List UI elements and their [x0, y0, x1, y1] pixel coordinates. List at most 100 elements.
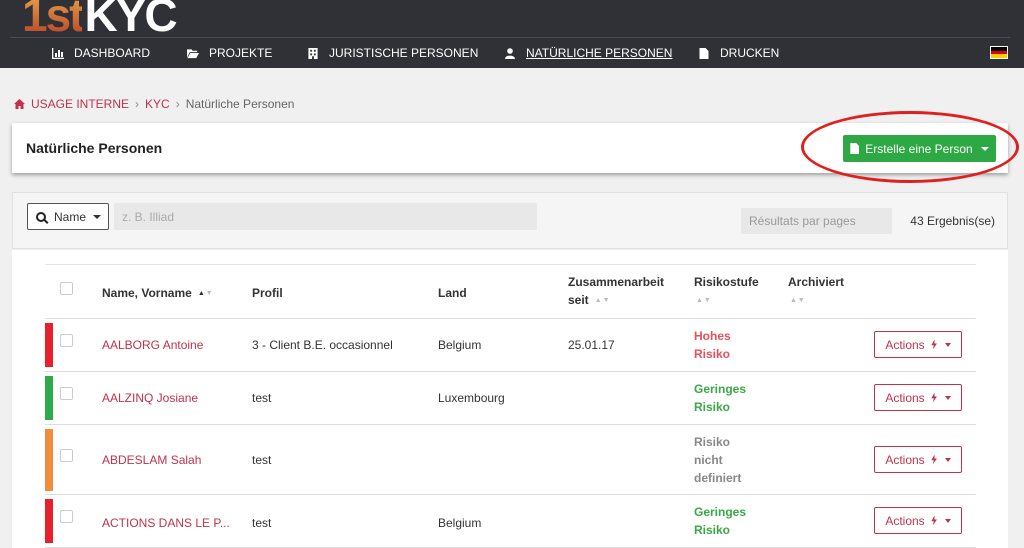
select-all-checkbox[interactable] — [60, 282, 73, 295]
risk-level-cell: Risiko nicht definiert — [694, 433, 764, 487]
file-icon — [699, 47, 709, 59]
risk-text: Hohes — [694, 329, 731, 343]
status-indicator — [45, 499, 53, 543]
bolt-icon — [931, 392, 937, 403]
folder-icon — [187, 48, 199, 58]
logo-part-2: KYC — [84, 0, 177, 41]
persons-table: Name, Vorname ▲▼ Profil Land Zusammenarbe… — [45, 264, 976, 548]
actions-label: Actions — [885, 452, 925, 467]
status-indicator — [45, 376, 53, 420]
nav-item-juristische-personen[interactable]: JURISTISCHE PERSONEN — [307, 46, 478, 60]
person-name-link[interactable]: ABDESLAM Salah — [102, 451, 201, 469]
profil-cell: test — [252, 453, 272, 467]
profil-cell: test — [252, 391, 272, 405]
nav-item-natuerliche-personen[interactable]: NATÜRLICHE PERSONEN — [504, 46, 672, 60]
breadcrumb-separator: › — [135, 97, 140, 111]
search-field-dropdown[interactable]: Name — [27, 203, 109, 230]
column-header-risikostufe[interactable]: Risikostufe ▲▼ — [694, 273, 759, 310]
sort-icon: ▲▼ — [790, 296, 806, 304]
row-checkbox[interactable] — [60, 449, 73, 462]
result-count: 43 Ergebnis(se) — [910, 214, 995, 228]
column-header-archiviert[interactable]: Archiviert ▲▼ — [788, 273, 844, 310]
sort-icon: ▲▼ — [696, 296, 712, 304]
status-indicator — [45, 323, 53, 367]
nav-label: DRUCKEN — [720, 46, 780, 60]
table-row[interactable]: AALZINQ Josiane test Luxembourg Geringes… — [45, 372, 976, 425]
breadcrumb: USAGE INTERNE › KYC › Natürliche Persone… — [14, 97, 294, 111]
nav-label: PROJEKTE — [209, 46, 273, 60]
title-panel: Natürliche Personen Erstelle eine Person — [12, 123, 1008, 173]
nav-label: NATÜRLICHE PERSONEN — [526, 46, 673, 60]
table-panel: Name, Vorname ▲▼ Profil Land Zusammenarbe… — [12, 250, 1008, 548]
user-icon — [505, 47, 515, 59]
search-field-label: Name — [54, 209, 87, 224]
nav-label: JURISTISCHE PERSONEN — [329, 46, 479, 60]
file-icon — [850, 143, 860, 154]
column-label: Archiviert — [788, 275, 845, 289]
search-input[interactable] — [114, 203, 537, 230]
actions-label: Actions — [885, 513, 925, 528]
risk-text: Risiko — [694, 347, 731, 361]
seit-cell: 25.01.17 — [568, 338, 615, 352]
person-name-link[interactable]: AALZINQ Josiane — [102, 389, 198, 407]
table-row[interactable]: AALBORG Antoine 3 - Client B.E. occasion… — [45, 319, 976, 372]
profil-cell: test — [252, 516, 272, 530]
bolt-icon — [931, 454, 937, 465]
breadcrumb-link-kyc[interactable]: KYC — [145, 97, 170, 111]
risk-text: Risiko — [694, 435, 731, 449]
actions-button[interactable]: Actions — [874, 507, 962, 534]
person-name-link[interactable]: AALBORG Antoine — [102, 336, 203, 354]
search-icon — [36, 211, 46, 222]
column-header-name[interactable]: Name, Vorname ▲▼ — [102, 284, 214, 303]
actions-button[interactable]: Actions — [874, 446, 962, 473]
column-header-land: Land — [438, 286, 467, 300]
row-checkbox[interactable] — [60, 334, 73, 347]
top-header: 1st KYC DASHBOARD PROJEKTE JURISTISCHE PE… — [0, 0, 1024, 68]
actions-button[interactable]: Actions — [874, 384, 962, 411]
bar-chart-icon — [52, 47, 64, 59]
sort-icon: ▲▼ — [197, 289, 214, 297]
app-logo[interactable]: 1st KYC — [22, 0, 178, 41]
table-header: Name, Vorname ▲▼ Profil Land Zusammenarbe… — [45, 265, 976, 319]
sort-icon: ▲▼ — [594, 296, 611, 304]
land-cell: Belgium — [438, 516, 482, 530]
row-checkbox[interactable] — [60, 510, 73, 523]
nav-item-dashboard[interactable]: DASHBOARD — [52, 46, 150, 60]
table-row[interactable]: ABDESLAM Salah test Risiko nicht definie… — [45, 425, 976, 495]
caret-down-icon — [944, 395, 951, 400]
bolt-icon — [931, 515, 937, 526]
building-icon — [308, 47, 318, 59]
main-nav: DASHBOARD PROJEKTE JURISTISCHE PERSONEN … — [10, 37, 1010, 68]
column-label: Zusammenarbeit — [568, 275, 665, 289]
caret-down-icon — [944, 342, 951, 347]
actions-label: Actions — [885, 390, 925, 405]
caret-down-icon — [93, 214, 102, 219]
risk-text: nicht — [694, 453, 723, 467]
column-label: Risikostufe — [694, 275, 759, 289]
column-header-zusammenarbeit[interactable]: Zusammenarbeit seit ▲▼ — [568, 273, 664, 310]
nav-label: DASHBOARD — [74, 46, 151, 60]
nav-item-drucken[interactable]: DRUCKEN — [698, 46, 779, 60]
risk-text: Risiko — [694, 523, 731, 537]
breadcrumb-link-usage-interne[interactable]: USAGE INTERNE — [31, 97, 129, 111]
profil-cell: 3 - Client B.E. occasionnel — [252, 338, 393, 352]
nav-item-projekte[interactable]: PROJEKTE — [187, 46, 272, 60]
actions-label: Actions — [885, 337, 925, 352]
actions-button[interactable]: Actions — [874, 331, 962, 358]
row-checkbox[interactable] — [60, 387, 73, 400]
de-flag-icon[interactable] — [990, 46, 1008, 59]
column-header-profil: Profil — [252, 286, 283, 300]
risk-level-cell: Geringes Risiko — [694, 503, 764, 539]
home-icon — [14, 99, 25, 109]
risk-text: Geringes — [694, 505, 747, 519]
create-person-label: Erstelle eine Person — [865, 141, 973, 156]
create-person-button[interactable]: Erstelle eine Person — [843, 135, 996, 162]
status-indicator — [45, 429, 53, 491]
table-row[interactable]: ACTIONS DANS LE P... test Belgium Gering… — [45, 495, 976, 548]
column-label: Name, Vorname — [102, 286, 192, 300]
caret-down-icon — [944, 518, 951, 523]
results-per-page-input[interactable] — [741, 208, 892, 234]
breadcrumb-separator: › — [175, 97, 180, 111]
person-name-link[interactable]: ACTIONS DANS LE P... — [102, 514, 230, 532]
risk-text: definiert — [694, 471, 742, 485]
